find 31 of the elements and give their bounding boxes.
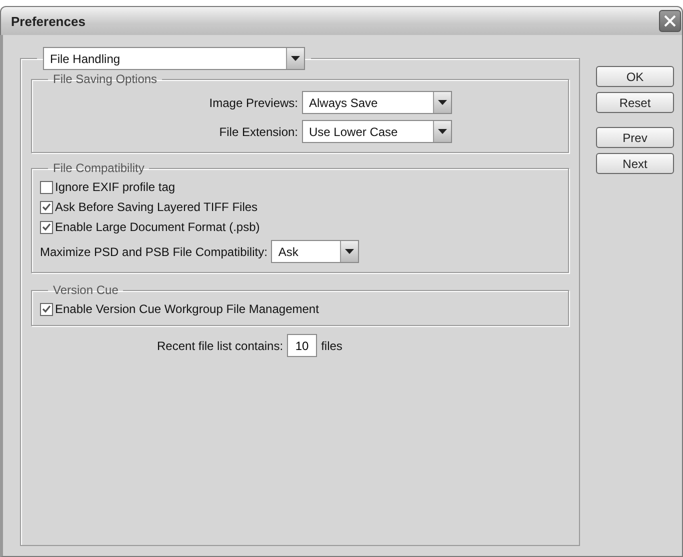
unit-label: files	[321, 338, 342, 352]
dialog-button[interactable]: Reset	[596, 92, 674, 113]
group-title: Version Cue	[52, 283, 120, 297]
dropdown-arrow-icon	[438, 100, 447, 106]
checkbox[interactable]: Ask Before Saving Layered TIFF Files	[40, 197, 560, 217]
field-label: Maximize PSD and PSB File Compatibility:	[40, 244, 268, 258]
close-icon	[664, 15, 676, 27]
option-dropdown[interactable]: Use Lower Case	[302, 120, 452, 143]
dialog-button[interactable]: Prev	[596, 127, 674, 148]
group-title: File Saving Options	[52, 72, 158, 86]
option-dropdown[interactable]: Always Save	[302, 91, 452, 114]
option-dropdown[interactable]: Ask	[271, 240, 360, 263]
check-icon	[42, 305, 51, 313]
dropdown-arrow-icon	[345, 248, 354, 254]
dropdown-arrow-icon	[291, 56, 300, 62]
field-label: File Extension:	[218, 124, 298, 138]
check-icon	[42, 203, 51, 211]
close-button[interactable]	[659, 10, 681, 32]
number-field[interactable]: 10	[287, 334, 318, 357]
field-label: Image Previews:	[208, 96, 298, 110]
checkbox[interactable]: Enable Version Cue Workgroup File Management	[40, 299, 560, 319]
category-dropdown[interactable]: File Handling	[43, 47, 305, 70]
dropdown-arrow-icon	[438, 128, 447, 134]
checkbox[interactable]: Enable Large Document Format (.psb)	[40, 217, 560, 237]
field-label: Recent file list contains:	[157, 338, 284, 352]
window-title: Preferences	[11, 14, 86, 28]
dialog-button[interactable]: Next	[596, 153, 674, 174]
dialog-button[interactable]: OK	[596, 66, 674, 87]
check-icon	[42, 223, 51, 231]
checkbox[interactable]: Ignore EXIF profile tag	[40, 177, 560, 197]
group-title: File Compatibility	[52, 161, 146, 175]
